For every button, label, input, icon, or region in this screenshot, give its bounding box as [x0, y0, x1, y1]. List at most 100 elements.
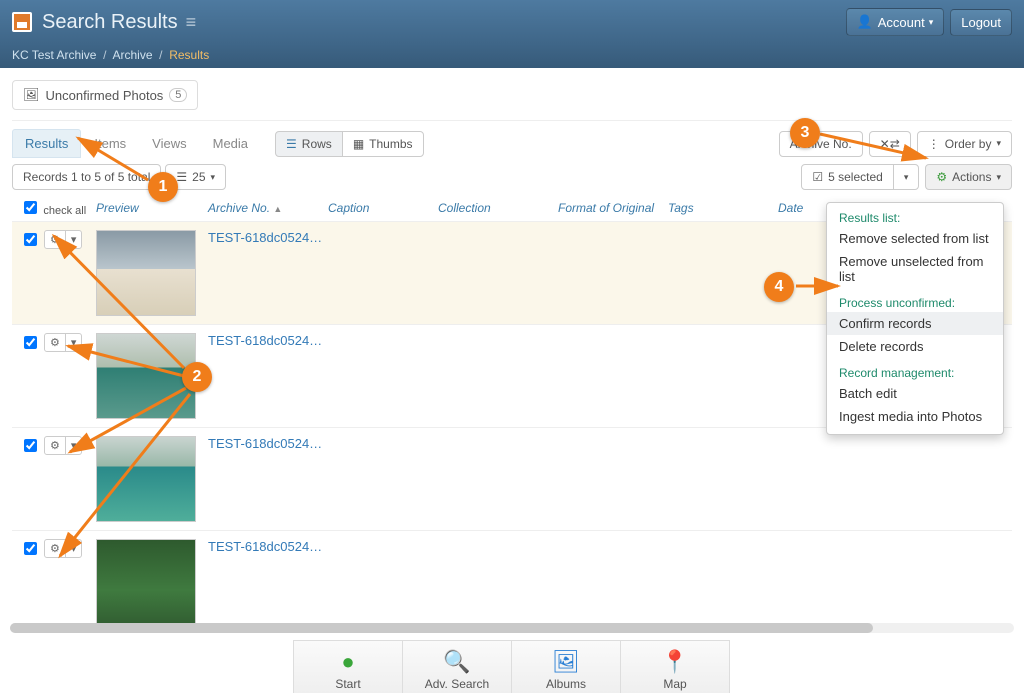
col-collection[interactable]: Collection: [438, 201, 558, 215]
start-icon: ●: [294, 647, 402, 677]
row-thumbnail[interactable]: [96, 333, 196, 419]
row-archive-link[interactable]: TEST-618dc0524…: [208, 230, 322, 245]
view-rows-label: Rows: [302, 137, 332, 151]
breadcrumb-current: Results: [169, 48, 209, 62]
menu-header-results-list: Results list:: [827, 209, 1003, 227]
menu-icon[interactable]: ≡: [186, 12, 197, 33]
menu-confirm-records[interactable]: Confirm records: [827, 312, 1003, 335]
view-mode-group: ☰ Rows ▦ Thumbs: [275, 131, 423, 157]
filter-tab-label: Unconfirmed Photos: [46, 88, 164, 103]
actions-menu: Results list: Remove selected from list …: [826, 202, 1004, 435]
col-checkall[interactable]: check all: [20, 198, 96, 217]
row-thumbnail[interactable]: [96, 539, 196, 625]
app-logo-icon: [12, 12, 32, 32]
content-area: 🖼 Unconfirmed Photos 5 Results Items Vie…: [0, 68, 1024, 645]
shuffle-icon: ✕⇄: [880, 137, 900, 151]
menu-delete-records[interactable]: Delete records: [827, 335, 1003, 358]
bottom-nav-albums[interactable]: 🖼 Albums: [511, 640, 621, 693]
check-icon: ☑: [812, 170, 823, 184]
row-checkbox[interactable]: [24, 233, 37, 246]
bottom-nav-adv-search[interactable]: 🔍 Adv. Search: [402, 640, 512, 693]
annotation-badge-3: 3: [790, 118, 820, 148]
actions-label: Actions: [952, 170, 991, 184]
row-archive-link[interactable]: TEST-618dc0524…: [208, 436, 322, 451]
row-thumbnail[interactable]: [96, 436, 196, 522]
selection-group: ☑ 5 selected ▾: [801, 164, 919, 190]
check-all-label: check all: [43, 205, 86, 217]
grid-icon: ▦: [353, 137, 364, 151]
row-checkbox[interactable]: [24, 439, 37, 452]
account-button[interactable]: 👤 Account ▾: [846, 8, 945, 36]
col-archive-label: Archive No.: [208, 201, 270, 215]
annotation-badge-4: 4: [764, 272, 794, 302]
actions-button[interactable]: ⚙ Actions ▾: [925, 164, 1012, 190]
check-all-checkbox[interactable]: [24, 201, 37, 214]
gear-icon: ⚙: [936, 170, 947, 184]
table-row[interactable]: ⚙ ▾ TEST-618dc0524…: [12, 530, 1012, 633]
top-bar: Search Results ≡ 👤 Account ▾ Logout: [0, 0, 1024, 44]
albums-icon: 🖼: [512, 647, 620, 677]
page-size-label: 25: [192, 170, 205, 184]
row-thumbnail[interactable]: [96, 230, 196, 316]
order-by-label: Order by: [945, 137, 992, 151]
chevron-down-icon: ▾: [929, 17, 934, 28]
list-icon: ☰: [176, 170, 187, 184]
row-archive-link[interactable]: TEST-618dc0524…: [208, 333, 322, 348]
col-preview[interactable]: Preview: [96, 201, 208, 215]
horizontal-scrollbar[interactable]: [10, 623, 1014, 633]
menu-batch-edit[interactable]: Batch edit: [827, 382, 1003, 405]
selection-count-button[interactable]: ☑ 5 selected: [801, 164, 893, 190]
annotation-badge-1: 1: [148, 172, 178, 202]
order-by-button[interactable]: ⋮ Order by ▾: [917, 131, 1012, 157]
bottom-nav-map[interactable]: 📍 Map: [620, 640, 730, 693]
page-title: Search Results: [42, 11, 178, 34]
chevron-down-icon: ▾: [996, 172, 1001, 183]
breadcrumb-archive-root[interactable]: KC Test Archive: [12, 48, 96, 62]
breadcrumb: KC Test Archive / Archive / Results: [0, 44, 1024, 68]
bottom-nav-map-label: Map: [621, 677, 729, 691]
col-tags[interactable]: Tags: [668, 201, 778, 215]
row-checkbox[interactable]: [24, 336, 37, 349]
bottom-nav-start[interactable]: ● Start: [293, 640, 403, 693]
tab-views[interactable]: Views: [139, 129, 199, 158]
row-archive-link[interactable]: TEST-618dc0524…: [208, 539, 322, 554]
shuffle-button[interactable]: ✕⇄: [869, 131, 911, 157]
bottom-nav-albums-label: Albums: [512, 677, 620, 691]
breadcrumb-archive[interactable]: Archive: [113, 48, 153, 62]
gear-icon: ⚙: [45, 231, 65, 248]
view-thumbs-button[interactable]: ▦ Thumbs: [342, 131, 424, 157]
logout-button[interactable]: Logout: [950, 9, 1012, 36]
filter-tab-count: 5: [169, 88, 187, 102]
col-archive[interactable]: Archive No. ▲: [208, 201, 328, 215]
col-caption[interactable]: Caption: [328, 201, 438, 215]
account-label: Account: [878, 15, 925, 30]
gear-icon: ⚙: [45, 437, 65, 454]
row-actions-button[interactable]: ⚙ ▾: [44, 436, 82, 455]
gear-icon: ⚙: [45, 334, 65, 351]
chevron-down-icon: ▾: [904, 172, 909, 183]
logout-label: Logout: [961, 15, 1001, 30]
filter-tab-unconfirmed[interactable]: 🖼 Unconfirmed Photos 5: [12, 80, 198, 110]
menu-header-process: Process unconfirmed:: [827, 294, 1003, 312]
view-rows-button[interactable]: ☰ Rows: [275, 131, 343, 157]
section-tabs: Results Items Views Media: [12, 129, 261, 158]
records-summary[interactable]: Records 1 to 5 of 5 total: [12, 164, 161, 190]
menu-ingest-media[interactable]: Ingest media into Photos: [827, 405, 1003, 428]
chevron-down-icon: ▾: [65, 437, 82, 454]
chevron-down-icon: ▾: [211, 172, 216, 183]
row-checkbox[interactable]: [24, 542, 37, 555]
view-thumbs-label: Thumbs: [369, 137, 412, 151]
row-actions-button[interactable]: ⚙ ▾: [44, 539, 82, 558]
row-actions-button[interactable]: ⚙ ▾: [44, 230, 82, 249]
menu-remove-unselected[interactable]: Remove unselected from list: [827, 250, 1003, 288]
table-row[interactable]: ⚙ ▾ TEST-618dc0524…: [12, 427, 1012, 530]
tab-media[interactable]: Media: [200, 129, 261, 158]
tab-items[interactable]: Items: [81, 129, 139, 158]
bottom-nav-adv-label: Adv. Search: [403, 677, 511, 691]
col-format[interactable]: Format of Original: [558, 201, 668, 215]
row-actions-button[interactable]: ⚙ ▾: [44, 333, 82, 352]
person-icon: 👤: [857, 14, 873, 30]
menu-remove-selected[interactable]: Remove selected from list: [827, 227, 1003, 250]
tab-results[interactable]: Results: [12, 129, 81, 158]
selection-dropdown-button[interactable]: ▾: [893, 164, 920, 190]
